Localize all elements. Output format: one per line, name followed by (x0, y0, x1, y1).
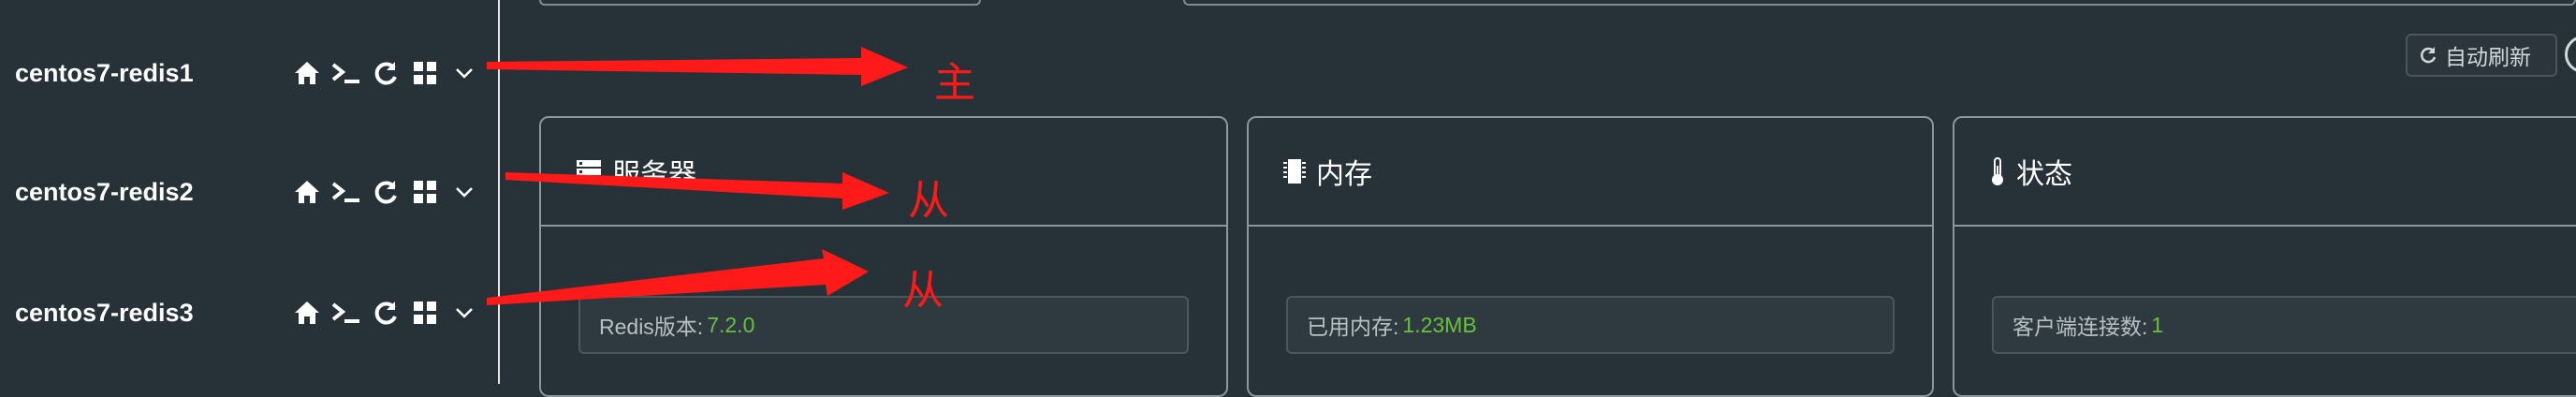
auto-refresh-button[interactable]: 自动刷新 (2406, 34, 2557, 77)
chevron-down-icon[interactable] (449, 177, 479, 207)
stat-client-connections: 客户端连接数: 1 (1992, 296, 2576, 354)
home-icon[interactable] (292, 298, 322, 328)
stat-label: 已用内存: (1307, 315, 1399, 339)
annotation-slave-label: 从 (908, 177, 949, 225)
stat-value: 7.2.0 (707, 312, 755, 337)
server-icon (577, 160, 601, 184)
card-status: 状态 客户端连接数: 1 (1953, 116, 2576, 397)
card-title: 服务器 (612, 158, 696, 191)
server-name[interactable]: centos7-redis1 (15, 59, 194, 88)
server-sidebar: centos7-redis1 centos7-redis2 centos7-re… (0, 0, 500, 384)
terminal-icon[interactable] (331, 298, 361, 328)
card-title: 状态 (2016, 158, 2072, 191)
annotation-slave-label: 从 (902, 267, 944, 315)
server-row-redis3[interactable]: centos7-redis3 (0, 253, 500, 373)
home-icon[interactable] (292, 58, 322, 88)
stat-label: 客户端连接数: (2012, 315, 2148, 339)
card-server: 服务器 Redis版本: 7.2.0 (539, 116, 1228, 397)
grid-icon[interactable] (410, 298, 440, 328)
card-title: 内存 (1316, 158, 1372, 191)
refresh-icon[interactable] (371, 58, 401, 88)
card-header: 服务器 (541, 118, 1226, 227)
chevron-down-icon[interactable] (449, 58, 479, 88)
server-row-redis1[interactable]: centos7-redis1 (0, 13, 500, 133)
home-icon[interactable] (292, 177, 322, 207)
card-memory: 内存 已用内存: 1.23MB (1247, 116, 1934, 397)
annotation-master-label: 主 (934, 59, 975, 107)
refresh-icon[interactable] (371, 298, 401, 328)
chevron-down-icon[interactable] (449, 298, 479, 328)
terminal-icon[interactable] (331, 58, 361, 88)
top-input-left[interactable] (539, 0, 981, 6)
stat-used-memory: 已用内存: 1.23MB (1286, 296, 1895, 354)
grid-icon[interactable] (410, 177, 440, 207)
annotation-arrow (487, 47, 908, 86)
stat-value: 1.23MB (1402, 312, 1477, 337)
stat-redis-version: Redis版本: 7.2.0 (578, 296, 1189, 354)
server-actions (292, 58, 479, 88)
top-input-right[interactable] (1183, 0, 2576, 6)
refresh-icon[interactable] (371, 177, 401, 207)
server-name[interactable]: centos7-redis3 (15, 299, 194, 328)
auto-refresh-toggle[interactable] (2565, 36, 2576, 73)
server-actions (292, 298, 479, 328)
server-row-redis2[interactable]: centos7-redis2 (0, 132, 500, 252)
memory-chip-icon (1283, 159, 1306, 184)
card-header: 内存 (1249, 118, 1932, 227)
terminal-icon[interactable] (331, 177, 361, 207)
card-header: 状态 (1954, 118, 2576, 227)
server-name[interactable]: centos7-redis2 (15, 178, 194, 207)
auto-refresh-label: 自动刷新 (2445, 45, 2531, 69)
grid-icon[interactable] (410, 58, 440, 88)
stat-label: Redis版本: (599, 315, 704, 339)
refresh-icon (2421, 47, 2437, 64)
stat-value: 1 (2151, 312, 2164, 337)
thermometer-icon (1992, 157, 2003, 185)
server-actions (292, 177, 479, 207)
